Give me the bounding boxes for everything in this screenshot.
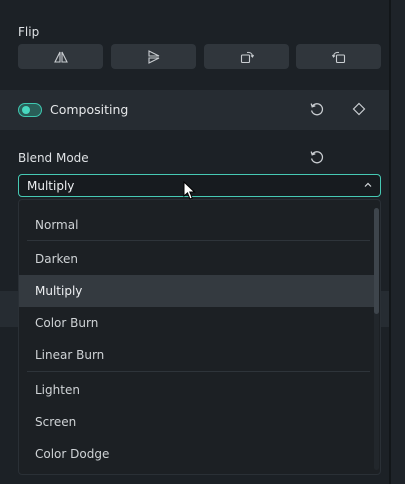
rotate-clockwise-button[interactable] [204, 44, 289, 69]
rotate-clockwise-icon [240, 51, 254, 63]
keyframe-diamond-icon [352, 102, 366, 116]
rotate-counterclockwise-icon [331, 51, 345, 63]
flip-horizontal-icon [53, 51, 68, 63]
compositing-label: Compositing [50, 102, 129, 117]
compositing-properties-panel: Flip Compositing Blend Mode Multiply Nor… [0, 0, 405, 484]
blend-mode-dropdown: Normal Darken Multiply Color Burn Linear… [18, 199, 381, 475]
option-divider [27, 240, 370, 241]
blend-option-color-dodge[interactable]: Color Dodge [19, 438, 374, 470]
chevron-up-icon [364, 182, 372, 187]
compositing-reset-button[interactable] [308, 100, 326, 118]
blend-mode-reset-button[interactable] [308, 148, 326, 166]
compositing-keyframe-button[interactable] [350, 100, 368, 118]
blend-mode-select[interactable]: Multiply [18, 174, 381, 197]
rotate-counterclockwise-button[interactable] [296, 44, 381, 69]
reset-icon [310, 151, 324, 164]
compositing-toggle[interactable] [18, 103, 42, 117]
blend-option-normal[interactable]: Normal [19, 209, 374, 241]
adjacent-panel-edge [391, 0, 405, 484]
blend-mode-label: Blend Mode [18, 151, 89, 165]
blend-option-darken[interactable]: Darken [19, 243, 374, 275]
blend-mode-selected-value: Multiply [27, 179, 75, 193]
blend-option-lighten[interactable]: Lighten [19, 374, 374, 406]
blend-option-screen[interactable]: Screen [19, 406, 374, 438]
flip-label: Flip [18, 25, 40, 39]
dropdown-scrollbar-thumb[interactable] [374, 208, 379, 314]
blend-option-color-burn[interactable]: Color Burn [19, 307, 374, 339]
option-divider [27, 371, 370, 372]
flip-vertical-icon [147, 49, 159, 64]
blend-option-multiply[interactable]: Multiply [19, 275, 374, 307]
reset-icon [310, 103, 324, 116]
toggle-knob [22, 106, 30, 114]
flip-horizontal-button[interactable] [18, 44, 103, 69]
mouse-cursor-icon [183, 181, 196, 200]
blend-option-linear-burn[interactable]: Linear Burn [19, 339, 374, 371]
flip-vertical-button[interactable] [111, 44, 196, 69]
